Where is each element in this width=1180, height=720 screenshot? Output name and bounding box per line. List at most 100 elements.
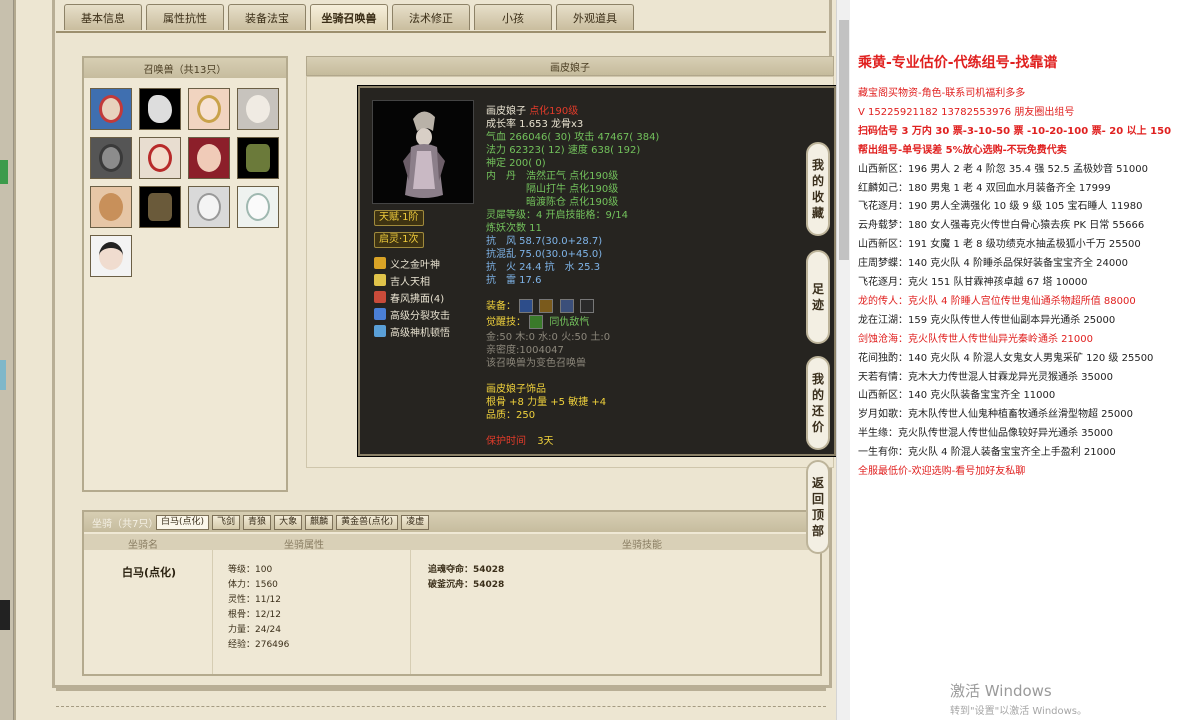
side-button-char: 我	[811, 372, 824, 386]
skill-label: 高级神机顿悟	[390, 327, 450, 339]
mount-skill: 追魂夺命：54028	[428, 565, 505, 575]
side-button-char: 还	[811, 404, 824, 418]
equipment-line: 装备：	[486, 297, 597, 313]
soul-badge: 启灵·1次	[374, 232, 424, 248]
doc-line: V 15225921182 13782553976 朋友圈出组号	[858, 106, 1075, 118]
column-divider	[212, 550, 213, 674]
skill-item[interactable]: 春风拂面(4)	[374, 290, 445, 305]
my-bargain-button[interactable]: 我的还价	[806, 356, 830, 450]
tab-equipment[interactable]: 装备法宝	[228, 4, 306, 30]
doc-line: 岁月如歌：克木队传世人仙鬼种植畜牧通杀丝滑型物超 25000	[858, 409, 1133, 421]
doc-line: 帮出组号-单号误差 5%放心选购-不玩免费代卖	[858, 144, 1067, 156]
side-button-char: 藏	[811, 206, 824, 220]
mount-tab[interactable]: 黄金兽(点化)	[336, 515, 399, 530]
tab-spell-correction[interactable]: 法术修正	[392, 4, 470, 30]
awaken-skill-icon	[529, 315, 544, 329]
tab-basic-info[interactable]: 基本信息	[64, 4, 142, 30]
mount-panel: 坐骑（共7只） 白马(点化) 飞剑 青狼 大象 麒麟 黄金兽(点化) 凌虚 坐骑…	[82, 510, 822, 676]
equipment-label: 装备：	[486, 301, 516, 312]
tab-attributes[interactable]: 属性抗性	[146, 4, 224, 30]
resist-thunder: 抗 雷 17.6	[486, 275, 542, 286]
doc-line: 山西新区：140 克火队装备宝宝齐全 11000	[858, 390, 1056, 402]
summon-avatar[interactable]	[237, 137, 279, 179]
back-to-top-button[interactable]: 返回顶部	[806, 460, 830, 554]
tab-mount-summon[interactable]: 坐骑召唤兽	[310, 4, 388, 30]
doc-line: 山西新区：191 女魔 1 老 8 级功绩克水抽孟极狐小千万 25500	[858, 239, 1141, 251]
tab-underline	[56, 31, 826, 33]
tab-child[interactable]: 小孩	[474, 4, 552, 30]
left-edge-marker	[0, 360, 6, 390]
tab-appearance[interactable]: 外观道具	[556, 4, 634, 30]
skill-icon	[374, 291, 386, 303]
mount-stat: 等级：100	[228, 565, 273, 575]
side-button-char: 的	[811, 174, 824, 188]
summon-avatar[interactable]	[90, 235, 132, 277]
mount-tab[interactable]: 麒麟	[305, 515, 334, 530]
doc-line: 飞花逐月：190 男人全满强化 10 级 9 级 105 宝石睡人 11980	[858, 201, 1143, 213]
footprint-button[interactable]: 足迹	[806, 250, 830, 344]
mount-stat: 灵性：11/12	[228, 595, 281, 605]
skill-label: 春风拂面(4)	[390, 293, 445, 305]
summon-avatar[interactable]	[90, 88, 132, 130]
skill-item[interactable]: 吉人天相	[374, 273, 430, 288]
speed-label: 速度	[567, 145, 588, 156]
equipment-icon[interactable]	[539, 299, 554, 313]
document-panel: 乘黄-专业估价-代练组号-找靠谱 藏宝阁买物资-角色-联系司机福利多多 V 152…	[850, 0, 1180, 720]
summon-avatar[interactable]	[188, 88, 230, 130]
skill-label: 吉人天相	[390, 276, 430, 288]
mount-tab[interactable]: 大象	[274, 515, 303, 530]
equipment-icon[interactable]	[559, 299, 574, 313]
skill-icon	[374, 257, 386, 269]
skill-item[interactable]: 义之金叶神	[374, 256, 440, 271]
frame-bottom-border	[56, 688, 826, 694]
summon-avatar[interactable]	[90, 186, 132, 228]
summon-list-title: 召唤兽（共13只）	[84, 58, 286, 78]
mount-tabs: 白马(点化) 飞剑 青狼 大象 麒麟 黄金兽(点化) 凌虚	[156, 515, 430, 530]
mount-skill: 破釜沉舟：54028	[428, 580, 505, 590]
mount-tab[interactable]: 飞剑	[212, 515, 241, 530]
summon-avatar[interactable]	[237, 88, 279, 130]
side-button-char: 迹	[811, 298, 824, 312]
my-favorites-button[interactable]: 我的收藏	[806, 142, 830, 236]
doc-line: 飞花逐月：克火 151 队甘霖神孩卓越 67 塔 10000	[858, 277, 1088, 288]
column-mount-name: 坐骑名	[128, 540, 158, 551]
doc-line: 花间独酌：140 克火队 4 阶混人女鬼女人男鬼采矿 120 级 25500	[858, 352, 1154, 364]
summon-avatar[interactable]	[139, 186, 181, 228]
skill-icon	[374, 325, 386, 337]
equipment-icon[interactable]	[579, 299, 594, 313]
left-edge-marker	[0, 160, 8, 184]
equipment-icon[interactable]	[519, 299, 534, 313]
skill-label: 义之金叶神	[390, 259, 440, 271]
summon-avatar[interactable]	[237, 186, 279, 228]
skill-item[interactable]: 高级神机顿悟	[374, 324, 450, 339]
side-button-char: 返	[811, 476, 824, 490]
doc-line: 半生缘：克火队传世混人传世仙品像较好异光通杀 35000	[858, 428, 1113, 440]
skill-item[interactable]: 高级分裂攻击	[374, 307, 450, 322]
summon-figure-image	[403, 111, 445, 198]
summon-avatar[interactable]	[139, 137, 181, 179]
summon-avatar[interactable]	[188, 186, 230, 228]
mount-tab[interactable]: 白马(点化)	[156, 515, 210, 530]
windows-activation-subtext: 转到"设置"以激活 Windows。	[950, 706, 1088, 717]
doc-line: 剑蚀沧海：克火队传世人传世仙异光秦岭通杀 21000	[858, 333, 1093, 345]
talent-badge: 天赋·1阶	[374, 210, 424, 226]
mount-stat: 力量：24/24	[228, 625, 281, 635]
vertical-scrollbar[interactable]	[836, 0, 850, 720]
doc-line: 龙的传人：克火队 4 阶睡人宫位传世鬼仙通杀物超所值 88000	[858, 295, 1136, 307]
left-edge-marker	[0, 600, 10, 630]
doc-line: 天若有情：克木大力传世混人甘霖龙异光灵猴通杀 35000	[858, 371, 1113, 383]
skill-label: 高级分裂攻击	[390, 310, 450, 322]
scrollbar-thumb[interactable]	[839, 20, 849, 260]
side-button-char: 回	[811, 492, 824, 506]
dashed-divider	[56, 706, 826, 707]
summon-avatar[interactable]	[139, 88, 181, 130]
doc-line: 全服最低价-欢迎选购-看号加好友私聊	[858, 466, 1026, 477]
summon-avatar[interactable]	[188, 137, 230, 179]
mount-header: 坐骑（共7只） 白马(点化) 飞剑 青狼 大象 麒麟 黄金兽(点化) 凌虚	[84, 512, 820, 532]
doc-line: 庄周梦蝶：140 克火队 4 阶睡杀品保好装备宝宝齐全 24000	[858, 258, 1128, 270]
mount-tab[interactable]: 青狼	[243, 515, 272, 530]
mount-tab[interactable]: 凌虚	[401, 515, 430, 530]
summon-avatar[interactable]	[90, 137, 132, 179]
awaken-skill-name: 同仇敌忾	[549, 317, 590, 328]
summon-portrait	[372, 100, 474, 204]
